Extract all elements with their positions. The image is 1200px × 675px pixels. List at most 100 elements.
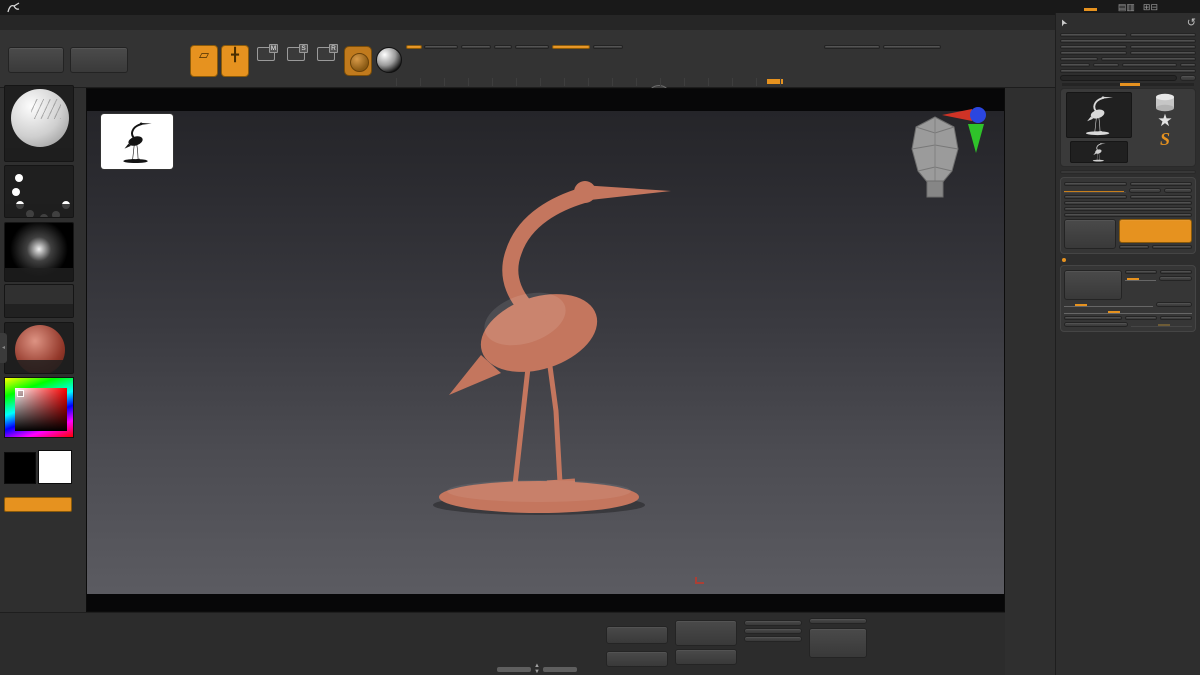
lightbox-tools-button[interactable] — [1060, 69, 1196, 73]
divide-button[interactable] — [1064, 219, 1116, 249]
mrgb-button[interactable] — [424, 45, 458, 49]
tool-scroll-slider[interactable] — [1062, 83, 1194, 86]
project-button[interactable] — [1159, 276, 1192, 281]
quick-del-hidden-button[interactable] — [809, 618, 867, 624]
material-selector[interactable] — [4, 322, 74, 374]
main-color-swatch[interactable] — [4, 452, 36, 484]
quick-dynamesh-button[interactable] — [606, 626, 668, 644]
cage-button[interactable] — [1129, 188, 1161, 193]
quick-mergedown-button[interactable] — [744, 628, 802, 634]
alpha-channel-button[interactable] — [406, 45, 422, 49]
subprojection-slider[interactable] — [1064, 309, 1192, 314]
make-polymesh3d-button[interactable] — [1101, 57, 1196, 61]
cylinder3d-icon[interactable] — [1153, 92, 1177, 112]
tool-palette-header[interactable]: ➤ ↺ — [1057, 13, 1196, 31]
convert-bpr-button[interactable] — [1064, 213, 1192, 217]
quick-insert-button[interactable] — [606, 651, 668, 667]
see-through-handle[interactable] — [1083, 7, 1097, 11]
lower-res-button[interactable] — [1064, 182, 1127, 186]
layout-icons[interactable]: ⊞⊟ — [1143, 2, 1158, 13]
goz-visible-button[interactable] — [1122, 63, 1177, 67]
heron-sculpture[interactable] — [421, 161, 681, 521]
dynamesh-section[interactable] — [1062, 258, 1194, 262]
active-tool-name[interactable] — [1060, 75, 1177, 81]
blur-slider[interactable] — [1125, 276, 1156, 281]
clone-button[interactable] — [1060, 57, 1098, 61]
reconstruct-subdiv-button[interactable] — [1064, 207, 1192, 211]
and-button[interactable] — [1160, 316, 1192, 320]
tool-thumb-active[interactable] — [1066, 92, 1132, 138]
replay-last-button[interactable] — [824, 45, 880, 49]
divider-icons[interactable]: ▤▥ — [1118, 2, 1135, 13]
polymesh3d-icon[interactable]: ★ — [1157, 112, 1172, 130]
lightbox-thumbnail[interactable] — [101, 114, 173, 169]
secondary-color-swatch[interactable] — [38, 450, 72, 484]
color-picker-square[interactable] — [15, 388, 67, 431]
goz-button[interactable] — [1060, 63, 1090, 67]
alpha-selector[interactable] — [4, 222, 74, 282]
reset-icon[interactable]: ↺ — [1187, 16, 1196, 29]
replay-last-rel-button[interactable] — [883, 45, 941, 49]
quick-delete-button[interactable] — [809, 628, 867, 658]
sdiv-slider[interactable] — [1064, 188, 1126, 193]
reuv-button[interactable] — [1152, 245, 1192, 249]
quick-mirror-button[interactable] — [744, 620, 802, 626]
del-lower-button[interactable] — [1064, 195, 1127, 199]
higher-res-button[interactable] — [1129, 182, 1192, 186]
axis-orientation-widget[interactable] — [936, 99, 992, 155]
del-higher-button[interactable] — [1129, 195, 1192, 199]
m-button[interactable] — [494, 45, 512, 49]
scroll-arrows-icon[interactable]: ▲ ▼ — [534, 663, 540, 675]
groups-button[interactable] — [1125, 270, 1157, 274]
active-tool-r-button[interactable] — [1180, 75, 1196, 81]
brush-bar-scrollbar[interactable]: ▲ ▼ — [497, 663, 577, 675]
scroll-track-left[interactable] — [497, 666, 531, 672]
export-button[interactable] — [1129, 51, 1196, 55]
import-button[interactable] — [1060, 51, 1127, 55]
simplebrush-icon[interactable]: S — [1160, 130, 1170, 149]
picker-button[interactable] — [1156, 302, 1192, 307]
zcut-button[interactable] — [593, 45, 623, 49]
resolution-slider[interactable] — [1064, 302, 1153, 307]
polish-button[interactable] — [1160, 270, 1192, 274]
stroke-selector[interactable] — [4, 165, 74, 218]
suv-button[interactable] — [1119, 245, 1149, 249]
material-button[interactable] — [344, 46, 372, 76]
subtool-section[interactable] — [1060, 170, 1196, 174]
lightbox-button[interactable] — [70, 47, 128, 73]
rxtr-button[interactable] — [1164, 188, 1192, 193]
scroll-track-right[interactable] — [542, 666, 577, 672]
quick-export-button[interactable] — [744, 636, 802, 642]
zadd-button[interactable] — [515, 45, 549, 49]
goz-all-button[interactable] — [1093, 63, 1119, 67]
dynamesh-button[interactable] — [1064, 270, 1122, 300]
alternate-button[interactable] — [4, 497, 72, 512]
load-tools-from-project-button[interactable] — [1060, 39, 1196, 43]
sub-button[interactable] — [1125, 316, 1157, 320]
quick-save-as-button[interactable] — [675, 649, 737, 665]
save-as-button[interactable] — [1129, 33, 1196, 37]
color-picker[interactable] — [4, 377, 74, 438]
material-sphere-icon[interactable] — [376, 47, 402, 73]
tool-thumb-previous[interactable] — [1070, 141, 1128, 163]
brush-selector[interactable] — [4, 85, 74, 162]
texture-selector[interactable] — [4, 284, 74, 318]
add-button[interactable] — [1064, 316, 1122, 320]
scale-button[interactable]: S — [282, 44, 310, 61]
create-shell-button[interactable] — [1064, 322, 1128, 327]
quick-zremesher-button[interactable] — [675, 620, 737, 646]
move-button[interactable]: M — [252, 44, 280, 61]
home-page-button[interactable] — [8, 47, 64, 73]
thickness-slider[interactable] — [1130, 322, 1192, 327]
rgb-button[interactable] — [461, 45, 491, 49]
freeze-subdivision-button[interactable] — [1064, 201, 1192, 205]
smt-button[interactable] — [1119, 219, 1192, 243]
zsub-button[interactable] — [552, 45, 590, 49]
document-canvas[interactable] — [86, 88, 1005, 612]
edit-button[interactable]: ▱ — [190, 45, 218, 77]
rotate-button[interactable]: R — [312, 44, 340, 61]
load-tool-button[interactable] — [1060, 33, 1127, 37]
copy-tool-button[interactable] — [1060, 45, 1127, 49]
goz-r-button[interactable] — [1180, 63, 1196, 67]
tray-resize-handle[interactable]: ◂ — [0, 333, 7, 363]
